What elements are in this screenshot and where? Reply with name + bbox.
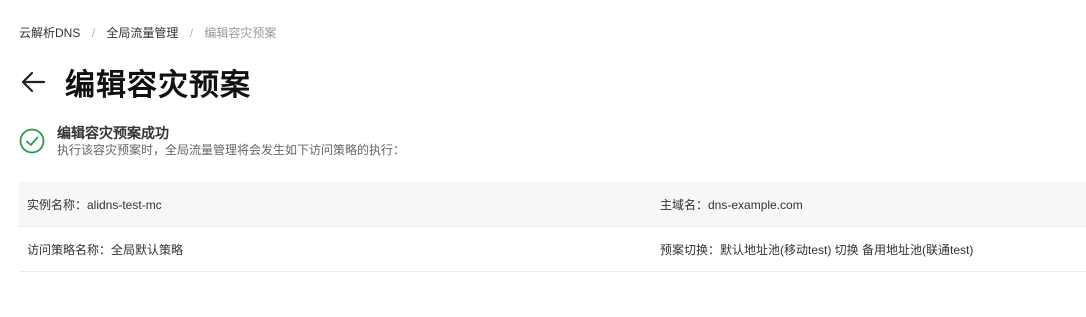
breadcrumb-separator: / [189,26,194,40]
success-text: 编辑容灾预案成功 执行该容灾预案时，全局流量管理将会发生如下访问策略的执行： [57,124,405,158]
check-circle-icon [19,128,45,154]
page: 云解析DNS / 全局流量管理 / 编辑容灾预案 编辑容灾预案 编辑容灾预案成功… [0,0,1086,317]
page-header: 编辑容灾预案 [19,62,251,102]
success-result: 编辑容灾预案成功 执行该容灾预案时，全局流量管理将会发生如下访问策略的执行： [19,124,405,158]
success-title: 编辑容灾预案成功 [57,125,169,141]
breadcrumb: 云解析DNS / 全局流量管理 / 编辑容灾预案 [19,25,276,41]
breadcrumb-item-current: 编辑容灾预案 [204,26,277,40]
instance-name-cell: 实例名称：alidns-test-mc [27,197,162,212]
page-title: 编辑容灾预案 [65,69,251,102]
access-policy-name-cell: 访问策略名称：全局默认策略 [27,242,184,257]
success-description: 执行该容灾预案时，全局流量管理将会发生如下访问策略的执行： [57,143,406,157]
table-row: 访问策略名称：全局默认策略 预案切换：默认地址池(移动test) 切换 备用地址… [19,227,1086,272]
table-row: 实例名称：alidns-test-mc 主域名：dns-example.com [19,182,1086,227]
primary-domain-cell: 主域名：dns-example.com [660,197,803,212]
breadcrumb-item-gtm[interactable]: 全局流量管理 [106,26,178,40]
breadcrumb-separator: / [91,26,96,40]
breadcrumb-item-dns[interactable]: 云解析DNS [19,26,80,40]
back-button[interactable] [19,68,47,96]
arrow-left-icon [21,71,46,93]
plan-switch-cell: 预案切换：默认地址池(移动test) 切换 备用地址池(联通test) [660,242,974,257]
plan-details-table: 实例名称：alidns-test-mc 主域名：dns-example.com … [19,182,1086,272]
